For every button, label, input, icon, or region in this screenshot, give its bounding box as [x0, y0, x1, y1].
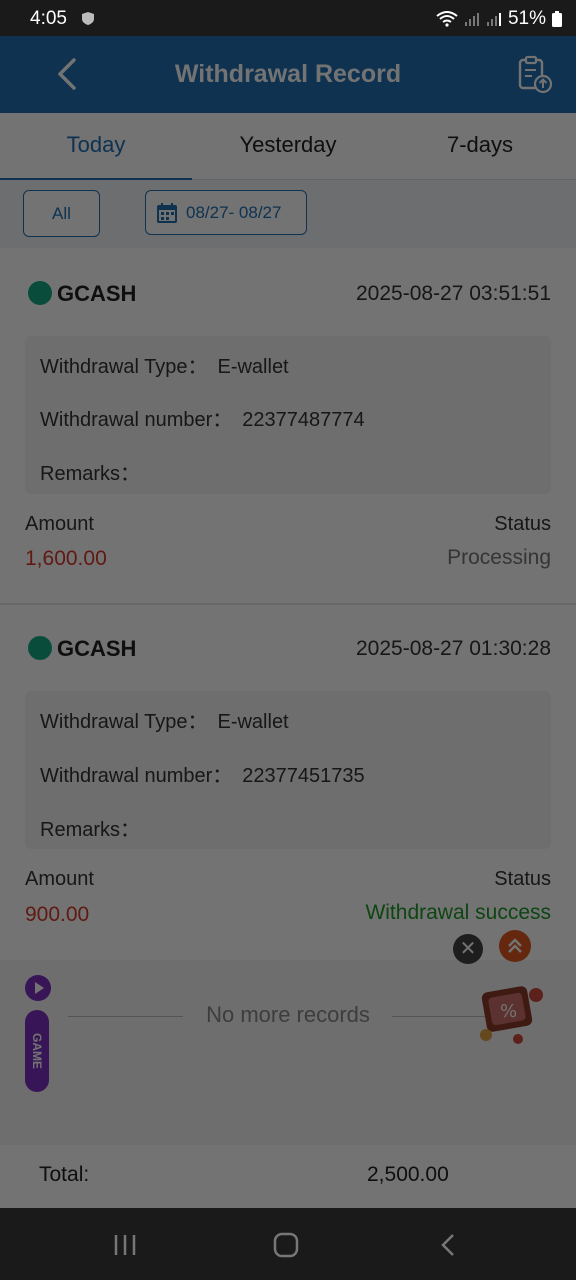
page-title: Withdrawal Record	[174, 60, 402, 88]
tab-7-days[interactable]: 7-days	[384, 113, 576, 179]
system-nav-bar	[0, 1208, 576, 1280]
total-value: 2,500.00	[367, 1163, 449, 1186]
calendar-icon	[157, 202, 177, 223]
wifi-icon	[436, 11, 458, 27]
total-label: Total:	[39, 1163, 90, 1186]
record-card[interactable]: GCASH 2025-08-27 03:51:51 Withdrawal Typ…	[0, 248, 576, 605]
gcash-logo-icon	[28, 636, 52, 660]
status-time: 4:05	[30, 8, 67, 29]
withdrawal-type-row: Withdrawal Type： E-wallet	[40, 705, 289, 734]
withdrawal-type-value: E-wallet	[217, 711, 289, 733]
withdrawal-number-row: Withdrawal number： 22377487774	[40, 403, 365, 432]
date-tabs: Today Yesterday 7-days	[0, 113, 576, 181]
recent-apps-icon[interactable]	[112, 1232, 138, 1258]
withdrawal-number-value: 22377487774	[242, 409, 365, 431]
withdrawal-type-value: E-wallet	[217, 356, 289, 378]
date-range-text: 08/27- 08/27	[186, 202, 282, 222]
provider-name: GCASH	[57, 636, 137, 661]
remarks-label: Remarks：	[40, 463, 141, 485]
record-card[interactable]: GCASH 2025-08-27 01:30:28 Withdrawal Typ…	[0, 605, 576, 960]
withdrawal-number-label: Withdrawal number：	[40, 765, 233, 787]
withdrawal-type-label: Withdrawal Type：	[40, 711, 208, 733]
close-icon[interactable]: ✕	[453, 934, 483, 964]
shield-icon	[82, 12, 94, 25]
remarks-label: Remarks：	[40, 819, 141, 841]
record-details: Withdrawal Type： E-wallet Withdrawal numb…	[25, 691, 551, 849]
withdrawal-number-row: Withdrawal number： 22377451735	[40, 759, 365, 788]
status-label: Status	[494, 513, 551, 535]
tab-today[interactable]: Today	[0, 113, 192, 181]
filter-bar: All 08/27- 08/27	[0, 180, 576, 248]
app-header: Withdrawal Record	[0, 36, 576, 113]
withdrawal-type-label: Withdrawal Type：	[40, 356, 208, 378]
status-value: Processing	[447, 546, 551, 569]
withdrawal-type-row: Withdrawal Type： E-wallet	[40, 350, 289, 379]
amount-label: Amount	[25, 868, 94, 890]
amount-value: 900.00	[25, 903, 90, 926]
home-icon[interactable]	[273, 1232, 299, 1258]
game-tab-button[interactable]: GAME	[25, 1010, 49, 1092]
clipboard-upload-icon[interactable]	[514, 54, 554, 94]
battery-icon	[552, 11, 562, 27]
back-nav-icon[interactable]	[436, 1232, 462, 1258]
date-range-button[interactable]: 08/27- 08/27	[145, 190, 307, 235]
signal-icon	[464, 13, 479, 26]
gcash-logo-icon	[28, 281, 52, 305]
record-details: Withdrawal Type： E-wallet Withdrawal numb…	[25, 336, 551, 494]
tab-yesterday[interactable]: Yesterday	[192, 113, 384, 179]
status-value: Withdrawal success	[365, 901, 551, 924]
signal-icon-2	[486, 13, 501, 26]
filter-all-button[interactable]: All	[23, 190, 100, 237]
total-bar: Total: 2,500.00	[0, 1145, 576, 1208]
withdrawal-number-label: Withdrawal number：	[40, 409, 233, 431]
status-bar: 4:05 51%	[0, 0, 576, 36]
amount-value: 1,600.00	[25, 547, 107, 570]
record-datetime: 2025-08-27 01:30:28	[356, 637, 551, 660]
back-arrow-icon[interactable]	[52, 56, 82, 92]
promo-gift-icon[interactable]: %	[474, 975, 552, 1047]
record-datetime: 2025-08-27 03:51:51	[356, 282, 551, 305]
status-label: Status	[494, 868, 551, 890]
status-indicators: 51%	[436, 8, 562, 30]
scroll-to-top-icon[interactable]	[499, 930, 531, 962]
battery-percent: 51%	[507, 8, 546, 29]
svg-text:%: %	[500, 1001, 517, 1022]
withdrawal-number-value: 22377451735	[242, 765, 365, 787]
provider-name: GCASH	[57, 281, 137, 306]
amount-label: Amount	[25, 513, 94, 535]
play-icon[interactable]	[25, 975, 51, 1001]
